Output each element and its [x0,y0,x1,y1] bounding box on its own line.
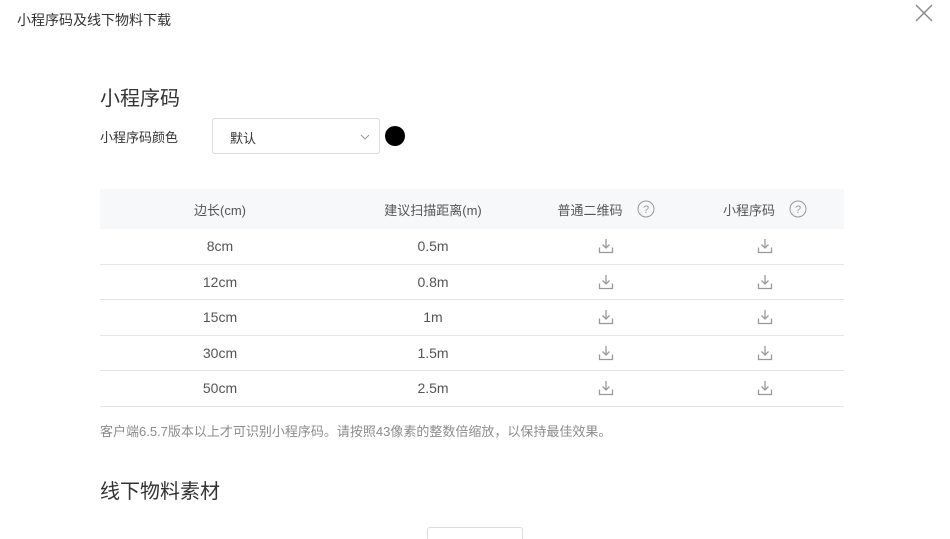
distance-cell: 1.5m [417,344,449,361]
version-note: 客户端6.5.7版本以上才可识别小程序码。请按照43像素的整数倍缩放，以保持最佳… [100,424,612,439]
qrcode-section-title: 小程序码 [100,88,180,110]
svg-text:?: ? [795,204,801,216]
header-miniprogram-cell: 小程序码 ? [686,200,844,219]
distance-cell: 0.8m [417,273,449,290]
download-icon[interactable] [598,345,614,361]
offline-section-title: 线下物料素材 [100,481,220,503]
color-label: 小程序码颜色 [100,130,179,145]
table-header: 边长(cm) 建议扫描距离(m) 普通二维码 ? 小程序码 ? [100,189,844,229]
size-table: 边长(cm) 建议扫描距离(m) 普通二维码 ? 小程序码 ? 8cm 0.5m… [100,189,844,407]
side-cell: 50cm [202,380,238,397]
close-icon[interactable] [913,2,935,24]
download-icon[interactable] [598,238,614,254]
side-cell: 12cm [202,273,238,290]
help-icon[interactable]: ? [637,200,655,218]
header-qrcode: 普通二维码 [557,202,623,218]
side-cell: 15cm [202,309,238,326]
header-side: 边长(cm) [194,202,246,218]
download-icon[interactable] [598,380,614,396]
color-select[interactable]: 默认 [212,118,380,154]
table-row: 8cm 0.5m [100,229,844,265]
download-icon[interactable] [598,309,614,325]
table-row: 12cm 0.8m [100,265,844,300]
table-row: 30cm 1.5m [100,336,844,371]
table-row: 50cm 2.5m [100,371,844,407]
color-swatch[interactable] [385,126,405,146]
distance-cell: 2.5m [417,380,449,397]
close-button[interactable] [913,2,935,24]
side-cell: 8cm [206,238,234,255]
download-icon[interactable] [757,274,773,290]
header-miniprogram: 小程序码 [722,202,775,218]
svg-text:?: ? [642,204,648,216]
distance-cell: 0.5m [417,238,449,255]
chevron-down-icon [360,134,370,140]
distance-cell: 1m [423,309,443,326]
side-cell: 30cm [202,344,238,361]
help-icon[interactable]: ? [789,200,807,218]
header-qrcode-cell: 普通二维码 ? [526,200,686,219]
dialog-title: 小程序码及线下物料下载 [17,12,171,28]
download-icon[interactable] [598,274,614,290]
download-icon[interactable] [757,238,773,254]
download-icon[interactable] [757,309,773,325]
material-download-button[interactable] [427,527,523,539]
header-distance: 建议扫描距离(m) [384,202,482,218]
download-icon[interactable] [757,380,773,396]
color-select-value: 默认 [230,131,257,146]
download-icon[interactable] [757,345,773,361]
table-row: 15cm 1m [100,300,844,336]
